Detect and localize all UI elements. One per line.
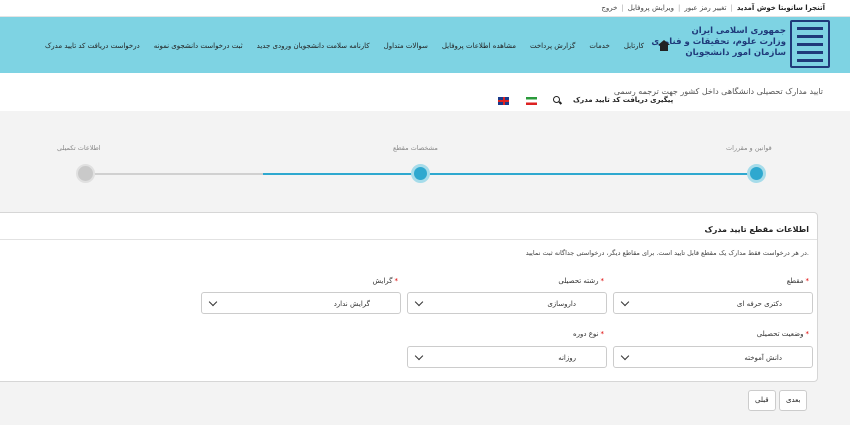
edit-profile-link[interactable]: ویرایش پروفایل	[628, 4, 674, 12]
period-select[interactable]: روزانه	[407, 346, 607, 368]
step-dot-extra-info	[76, 164, 95, 183]
welcome-text: آتنجرا سانوبتا خوش آمدید	[736, 4, 825, 12]
nav-item-health-record[interactable]: کارنامه سلامت دانشجویان ورودی جدید	[257, 42, 370, 50]
logo-line-1: جمهوری اسلامی ایران	[691, 26, 786, 36]
status-label: وضعیت تحصیلی *	[756, 330, 809, 338]
english-flag-icon[interactable]	[498, 97, 509, 105]
step-label-extra-info: اطلاعات تکمیلی	[57, 144, 101, 152]
divider	[0, 239, 817, 240]
step-dot-rules	[747, 164, 766, 183]
separator: |	[730, 4, 733, 12]
logo[interactable]: جمهوری اسلامی ایران وزارت علوم، تحقیقات …	[651, 20, 830, 70]
period-label: نوع دوره *	[572, 330, 604, 338]
main-nav: کارتابل خدمات گزارش پرداخت مشاهده اطلاعا…	[45, 40, 670, 51]
sub-header: تایید مدارک تحصیلی دانشگاهی داخل کشور جه…	[0, 73, 850, 111]
orientation-select[interactable]: گرایش ندارد	[201, 292, 401, 314]
nav-item-degree-code[interactable]: درخواست دریافت کد تایید مدرک	[45, 42, 140, 50]
orientation-label: گرایش *	[372, 277, 398, 285]
chevron-down-icon	[620, 297, 630, 307]
chevron-down-icon	[414, 351, 424, 361]
step-connector-active	[263, 173, 757, 175]
nav-item-cartable[interactable]: کارتابل	[624, 42, 644, 50]
degree-value: دکتری حرفه ای	[736, 300, 782, 308]
major-value: داروسازی	[547, 300, 576, 308]
logo-text: جمهوری اسلامی ایران وزارت علوم، تحقیقات …	[651, 26, 786, 59]
top-bar: آتنجرا سانوبتا خوش آمدید | تغییر رمز عبو…	[0, 0, 850, 17]
header: جمهوری اسلامی ایران وزارت علوم، تحقیقات …	[0, 17, 850, 73]
orientation-value: گرایش ندارد	[333, 300, 370, 308]
chevron-down-icon	[414, 297, 424, 307]
progress-stepper: قوانین و مقررات مشخصات مقطع اطلاعات تکمی…	[0, 111, 850, 211]
degree-info-card: اطلاعات مقطع تایید مدرک در هر درخواست فق…	[0, 212, 818, 382]
step-label-rules: قوانین و مقررات	[726, 144, 772, 152]
status-select[interactable]: دانش آموخته	[613, 346, 813, 368]
search-icon[interactable]	[553, 96, 560, 103]
nav-item-payment-report[interactable]: گزارش پرداخت	[530, 42, 575, 50]
nav-item-model-student[interactable]: ثبت درخواست دانشجوی نمونه	[154, 42, 243, 50]
sub-toolbar: پیگیری دریافت کد تایید مدرک	[495, 95, 815, 109]
chevron-down-icon	[208, 297, 218, 307]
nav-item-faq[interactable]: سوالات متداول	[384, 42, 428, 50]
home-icon[interactable]	[658, 40, 670, 51]
logout-link[interactable]: خروج	[601, 4, 617, 12]
degree-select[interactable]: دکتری حرفه ای	[613, 292, 813, 314]
next-button[interactable]: بعدی	[779, 390, 808, 411]
prev-button[interactable]: قبلی	[748, 390, 776, 411]
separator: |	[621, 4, 624, 12]
change-password-link[interactable]: تغییر رمز عبور	[684, 4, 726, 12]
degree-label: مقطع *	[786, 277, 809, 285]
form-title: اطلاعات مقطع تایید مدرک	[704, 225, 809, 234]
track-code-link[interactable]: پیگیری دریافت کد تایید مدرک	[573, 96, 673, 104]
major-label: رشته تحصیلی *	[558, 277, 604, 285]
separator: |	[677, 4, 681, 12]
nav-item-profile[interactable]: مشاهده اطلاعات پروفایل	[442, 42, 516, 50]
user-links: آتنجرا سانوبتا خوش آمدید | تغییر رمز عبو…	[601, 4, 825, 12]
major-select[interactable]: داروسازی	[407, 292, 607, 314]
period-value: روزانه	[558, 354, 576, 362]
step-dot-degree-info	[411, 164, 430, 183]
logo-emblem-icon	[790, 20, 830, 68]
step-connector-inactive	[95, 173, 263, 175]
iran-flag-icon[interactable]	[526, 97, 537, 105]
step-label-degree-info: مشخصات مقطع	[393, 144, 438, 152]
chevron-down-icon	[620, 351, 630, 361]
form-note: در هر درخواست فقط مدارک یک مقطع قابل تای…	[525, 249, 809, 257]
nav-item-services[interactable]: خدمات	[589, 42, 609, 50]
logo-line-3: سازمان امور دانشجویان	[685, 48, 786, 58]
status-value: دانش آموخته	[744, 354, 782, 362]
logo-line-2: وزارت علوم، تحقیقات و فناوری	[651, 37, 786, 47]
